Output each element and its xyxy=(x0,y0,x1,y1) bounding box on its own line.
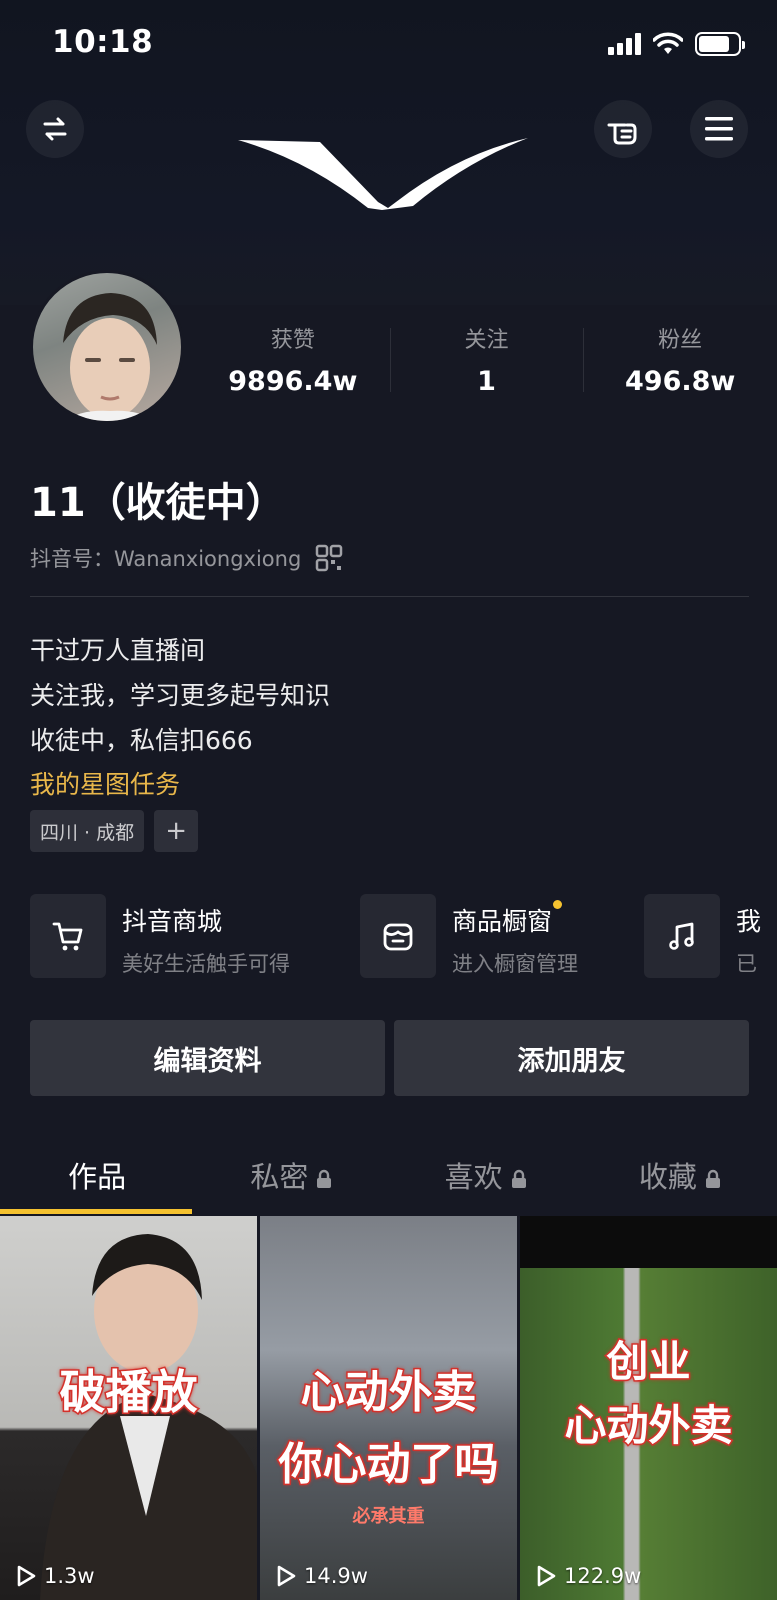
qr-code-icon[interactable] xyxy=(315,544,343,572)
avatar-photo xyxy=(63,293,157,421)
tab-label: 私密 xyxy=(250,1160,309,1194)
store-icon-box xyxy=(360,894,436,978)
video-thumbnail[interactable]: 创业 心动外卖 122.9w xyxy=(520,1216,777,1600)
profile-stats: 获赞 9896.4w 关注 1 粉丝 496.8w xyxy=(196,322,777,412)
play-count-value: 14.9w xyxy=(304,1564,368,1588)
status-time: 10:18 xyxy=(52,24,154,60)
service-title: 抖音商城 xyxy=(122,907,223,936)
video-title-overlay: 创业 xyxy=(605,1336,692,1388)
switch-arrows-icon xyxy=(43,117,67,141)
hand-pointer-icon xyxy=(607,123,637,145)
lock-icon xyxy=(317,1169,332,1188)
service-douyin-mall[interactable]: 抖音商城 美好生活触手可得 xyxy=(30,894,290,978)
play-count-value: 122.9w xyxy=(564,1564,642,1588)
stat-following[interactable]: 关注 1 xyxy=(389,322,584,412)
video-title-overlay: 心动外卖 xyxy=(299,1366,478,1420)
play-icon xyxy=(537,1565,556,1587)
service-title: 商品橱窗 xyxy=(452,900,563,938)
banner-logo xyxy=(238,138,528,210)
visitor-button[interactable] xyxy=(594,100,652,158)
stat-label: 获赞 xyxy=(270,328,315,353)
tab-private[interactable]: 私密 xyxy=(194,1136,388,1216)
menu-icon xyxy=(705,117,733,141)
store-icon xyxy=(383,923,413,951)
services-row: 抖音商城 美好生活触手可得 商品橱窗 进入橱窗管理 我 已 xyxy=(30,894,777,980)
play-count: 1.3w xyxy=(16,1564,95,1588)
video-title-overlay: 心动外卖 xyxy=(563,1400,734,1452)
video-caption: 必承其重 xyxy=(352,1506,425,1527)
music-icon xyxy=(669,922,694,950)
stat-value: 1 xyxy=(477,366,496,397)
stat-value: 9896.4w xyxy=(228,366,358,397)
signal-icon xyxy=(608,33,641,55)
bio-line: 收徒中，私信扣666 xyxy=(30,726,253,755)
stat-followers[interactable]: 粉丝 496.8w xyxy=(583,322,777,412)
play-count-value: 1.3w xyxy=(44,1564,95,1588)
bio-line: 关注我，学习更多起号知识 xyxy=(30,681,331,710)
video-title-overlay: 破播放 xyxy=(58,1364,199,1421)
add-friend-button[interactable]: 添加朋友 xyxy=(394,1020,749,1096)
service-title-text: 商品橱窗 xyxy=(452,907,553,936)
tab-likes[interactable]: 喜欢 xyxy=(389,1136,583,1216)
tab-label: 作品 xyxy=(68,1160,127,1194)
status-icons xyxy=(608,32,745,56)
video-letterbox xyxy=(520,1216,777,1268)
service-title: 我 xyxy=(736,907,762,936)
divider xyxy=(30,596,749,597)
video-title-overlay: 你心动了吗 xyxy=(277,1438,500,1492)
battery-icon xyxy=(695,32,745,56)
play-count: 14.9w xyxy=(276,1564,368,1588)
bio-line: 干过万人直播间 xyxy=(30,636,206,665)
account-id-row: 抖音号：Wananxiongxiong xyxy=(30,543,343,573)
lock-icon xyxy=(511,1169,526,1188)
wifi-icon xyxy=(653,32,683,54)
menu-button[interactable] xyxy=(690,100,748,158)
stat-label: 关注 xyxy=(464,328,509,353)
service-subtitle: 进入橱窗管理 xyxy=(452,952,578,976)
tab-label: 喜欢 xyxy=(444,1160,503,1194)
tab-favorites[interactable]: 收藏 xyxy=(583,1136,777,1216)
active-tab-indicator xyxy=(0,1209,192,1214)
play-icon xyxy=(17,1565,36,1587)
edit-profile-button[interactable]: 编辑资料 xyxy=(30,1020,385,1096)
profile-bio: 干过万人直播间 关注我，学习更多起号知识 收徒中，私信扣666 xyxy=(30,628,330,763)
stat-label: 粉丝 xyxy=(658,328,703,353)
content-tabs: 作品 私密 喜欢 收藏 xyxy=(0,1136,777,1216)
music-icon-box xyxy=(644,894,720,978)
profile-name: 11（收徒中） xyxy=(30,480,286,526)
star-task-link[interactable]: 我的星图任务 xyxy=(30,765,180,801)
stat-value: 496.8w xyxy=(625,366,736,397)
video-thumbnail[interactable]: 破播放 1.3w xyxy=(0,1216,257,1600)
cart-icon-box xyxy=(30,894,106,978)
play-icon xyxy=(277,1565,296,1587)
notification-dot xyxy=(553,900,563,909)
cart-icon xyxy=(52,922,83,951)
tab-label: 收藏 xyxy=(638,1160,697,1194)
avatar[interactable] xyxy=(30,270,184,424)
account-id: 抖音号：Wananxiongxiong xyxy=(30,547,302,571)
service-music[interactable]: 我 已 xyxy=(644,894,761,978)
profile-tags: 四川 · 成都 + xyxy=(30,810,199,852)
location-tag[interactable]: 四川 · 成都 xyxy=(30,810,145,852)
service-subtitle: 美好生活触手可得 xyxy=(122,952,290,976)
switch-account-button[interactable] xyxy=(26,100,84,158)
play-count: 122.9w xyxy=(536,1564,641,1588)
tab-works[interactable]: 作品 xyxy=(0,1136,194,1216)
service-product-showcase[interactable]: 商品橱窗 进入橱窗管理 xyxy=(360,894,578,978)
add-tag-button[interactable]: + xyxy=(154,810,199,852)
service-subtitle: 已 xyxy=(736,952,757,976)
video-grid: 破播放 1.3w 心动外卖 你心动了吗 必承其重 14.9w 创业 心动外卖 1… xyxy=(0,1216,777,1600)
video-thumbnail[interactable]: 心动外卖 你心动了吗 必承其重 14.9w xyxy=(260,1216,517,1600)
stat-likes[interactable]: 获赞 9896.4w xyxy=(196,322,390,412)
lock-icon xyxy=(705,1169,720,1188)
